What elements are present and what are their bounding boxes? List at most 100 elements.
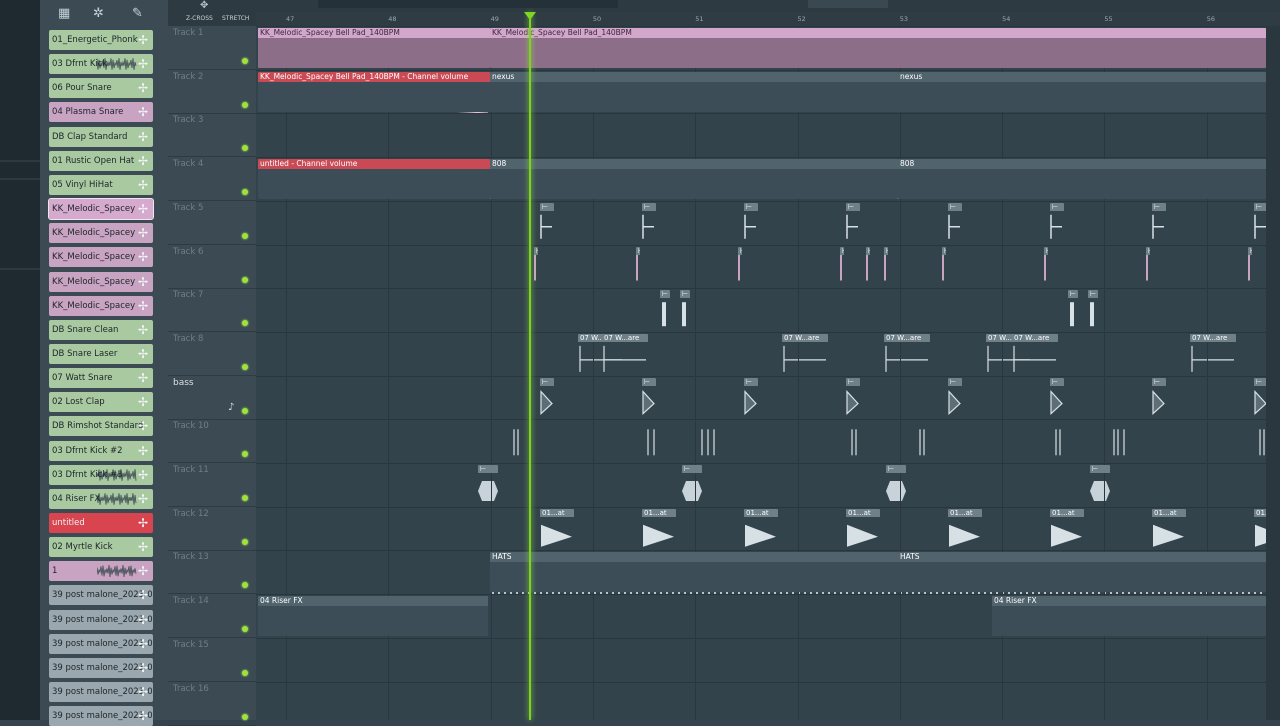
playlist-clip[interactable]: ⊢: [540, 377, 554, 418]
add-to-playlist-icon[interactable]: ✢: [136, 658, 150, 678]
playlist-clip[interactable]: KK_Melodic_Spacey Bell Pad_140BPM - Chan…: [258, 71, 490, 112]
track-header[interactable]: Track 1: [168, 26, 256, 70]
channel-item[interactable]: 04 Riser FX ✢: [49, 488, 153, 509]
track-mute-led[interactable]: [242, 363, 248, 370]
playlist-clip[interactable]: 808: [490, 159, 898, 200]
playlist-grid[interactable]: KK_Melodic_Spacey Bell Pad_140BPM KK_Melo…: [256, 26, 1280, 720]
playhead[interactable]: [529, 12, 531, 720]
track-mute-led[interactable]: [242, 451, 248, 458]
playlist-clip[interactable]: KK_Melodic_Spacey Bell Pad_140BPM: [258, 28, 490, 68]
playlist-clip[interactable]: 01...at: [1050, 508, 1084, 549]
track-mute-led[interactable]: [242, 58, 248, 64]
track-header[interactable]: Track 16: [168, 682, 256, 726]
playlist-clip[interactable]: untitled - Channel volume: [258, 159, 490, 200]
add-to-playlist-icon[interactable]: ✢: [136, 706, 150, 726]
track-header[interactable]: Track 10: [168, 419, 256, 464]
channel-item[interactable]: 03 Dfrnt Kick #2 ✢: [49, 440, 153, 461]
add-to-playlist-icon[interactable]: ✢: [136, 127, 150, 147]
track-mute-led[interactable]: [242, 626, 248, 633]
channel-item[interactable]: DB Snare Laser ✢: [49, 343, 153, 364]
track-name[interactable]: Track 15: [173, 640, 209, 650]
channel-item[interactable]: 39 post malone_2023-03...✢: [49, 585, 153, 606]
playlist-clip[interactable]: HATS: [898, 552, 1266, 593]
playlist-clip[interactable]: ⊢: [948, 377, 962, 418]
add-to-playlist-icon[interactable]: ✢: [136, 368, 150, 388]
add-to-playlist-icon[interactable]: ✢: [136, 296, 150, 316]
track-header[interactable]: Track 13: [168, 550, 256, 595]
add-to-playlist-icon[interactable]: ✢: [136, 634, 150, 654]
grid-icon[interactable]: ▦: [58, 6, 70, 21]
playlist-clip[interactable]: ⊢: [744, 377, 758, 418]
track-name[interactable]: Track 11: [173, 465, 209, 475]
track-header[interactable]: Track 3: [168, 113, 256, 158]
track-header[interactable]: Track 4: [168, 157, 256, 202]
playlist-clip[interactable]: 07 W...are: [782, 333, 828, 374]
playlist-clip[interactable]: ⊢: [1088, 290, 1098, 330]
playlist-clip[interactable]: HATS: [490, 552, 898, 593]
playlist-clip[interactable]: ⊢: [540, 202, 554, 243]
track-name[interactable]: Track 12: [173, 509, 209, 519]
track-header[interactable]: Track 5: [168, 201, 256, 245]
track-header[interactable]: Track 11: [168, 463, 256, 507]
add-to-playlist-icon[interactable]: ✢: [136, 78, 150, 98]
channel-item[interactable]: 01_Energetic_Phonk ✢: [49, 30, 153, 50]
add-to-playlist-icon[interactable]: ✢: [136, 30, 150, 50]
track-header[interactable]: Track 14: [168, 594, 256, 639]
channel-item[interactable]: KK_Melodic_Spacey ✢: [48, 198, 154, 221]
channel-item[interactable]: KK_Melodic_Spacey ✢: [49, 295, 153, 316]
track-header[interactable]: Track 12: [168, 507, 256, 551]
add-to-playlist-icon[interactable]: ✢: [136, 272, 150, 292]
playlist-clip[interactable]: ⊢: [738, 246, 742, 287]
channel-item[interactable]: 07 Watt Snare ✢: [49, 368, 153, 389]
playlist-clip[interactable]: ⊢: [840, 246, 844, 287]
track-header[interactable]: bass ♪: [168, 376, 256, 420]
timeline-ruler[interactable]: 47 48 49 50 51 52 53 54 55 56: [256, 12, 1280, 26]
track-mute-led[interactable]: [242, 232, 248, 239]
playlist-clip[interactable]: ⊢: [680, 290, 690, 330]
track-mute-led[interactable]: [242, 495, 248, 501]
zcross-label[interactable]: Z-CROSS: [186, 15, 213, 22]
add-to-playlist-icon[interactable]: ✢: [136, 489, 150, 509]
channel-item[interactable]: untitled ✢: [49, 513, 153, 533]
track-name[interactable]: Track 5: [173, 203, 203, 213]
track-name[interactable]: Track 3: [173, 115, 203, 125]
track-name[interactable]: Track 14: [173, 596, 209, 606]
track-mute-led[interactable]: [242, 538, 248, 545]
channel-item[interactable]: 39 post malone_2023-04...✢: [49, 706, 153, 726]
playlist-clip[interactable]: ⊢: [1152, 202, 1166, 243]
playlist-clip[interactable]: ⊢: [682, 465, 702, 505]
playlist-clip[interactable]: nexus: [490, 71, 898, 112]
channel-item[interactable]: 02 Lost Clap ✢: [49, 392, 153, 413]
playlist-clip[interactable]: 07 W...are: [884, 333, 930, 374]
track-mute-led[interactable]: [242, 407, 248, 414]
track-name[interactable]: Track 8: [173, 334, 203, 344]
playlist-clip[interactable]: ⊢: [846, 202, 860, 243]
playlist-clip[interactable]: ⊢: [478, 465, 498, 505]
add-to-playlist-icon[interactable]: ✢: [136, 102, 150, 122]
track-mute-led[interactable]: [242, 713, 248, 720]
playlist-clip[interactable]: 01...at: [540, 508, 574, 549]
playlist-clip[interactable]: 01...at: [1152, 508, 1186, 549]
track-mute-led[interactable]: [242, 582, 248, 589]
playlist-clip[interactable]: KK_Melodic_Spacey Bell Pad_140BPM: [490, 28, 1266, 68]
channel-item[interactable]: 39 post malone_2023-04...✢: [49, 682, 153, 703]
playlist-clip[interactable]: 01...at: [642, 508, 676, 549]
snap-icon[interactable]: ✥: [200, 0, 208, 11]
playlist-clip[interactable]: 808: [898, 159, 1266, 200]
track-header[interactable]: Track 6: [168, 245, 256, 289]
channel-item[interactable]: DB Clap Standard ✢: [49, 126, 153, 147]
track-name[interactable]: Track 13: [173, 552, 209, 562]
stretch-label[interactable]: STRETCH: [222, 15, 249, 22]
add-to-playlist-icon[interactable]: ✢: [136, 320, 150, 340]
playlist-clip[interactable]: ⊢: [642, 377, 656, 418]
playlist-clip[interactable]: 07 W...are: [602, 333, 648, 374]
add-to-playlist-icon[interactable]: ✢: [136, 247, 150, 267]
playlist-clip[interactable]: 07 W...are: [1190, 333, 1236, 374]
playlist-clip[interactable]: 07 W...are: [1012, 333, 1058, 374]
add-to-playlist-icon[interactable]: ✢: [136, 585, 150, 605]
channel-item[interactable]: 03 Dfrnt Kick ✢: [49, 54, 153, 75]
track-mute-led[interactable]: [242, 145, 248, 152]
add-to-playlist-icon[interactable]: ✢: [136, 392, 150, 412]
playlist-clip[interactable]: ⊢: [886, 465, 906, 505]
plugin-icon[interactable]: ✲: [93, 6, 104, 21]
